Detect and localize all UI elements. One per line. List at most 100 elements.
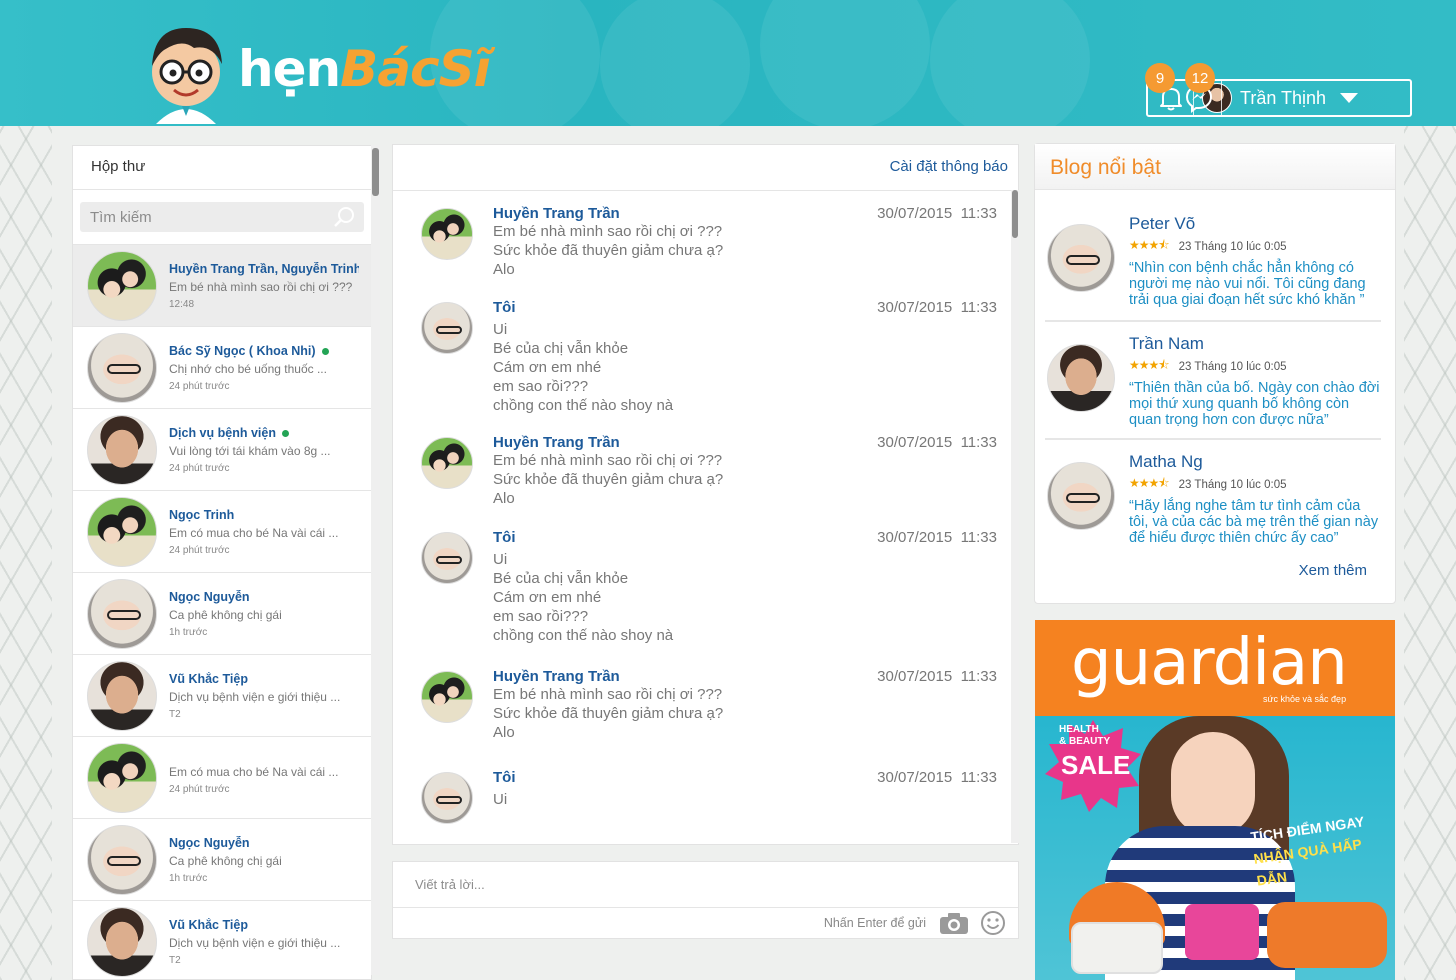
ad-product-pouch — [1071, 922, 1163, 974]
search-box — [80, 202, 364, 232]
conversation-item[interactable]: Vũ Khắc Tiệp Dịch vụ bệnh viện e giới thi… — [73, 655, 371, 737]
avatar — [421, 671, 473, 723]
blog-author[interactable]: Peter Võ — [1129, 214, 1381, 234]
doctor-mascot-logo[interactable] — [142, 20, 230, 126]
notification-settings-link[interactable]: Cài đặt thông báo — [890, 158, 1008, 175]
message-line: Bé của chị vẫn khỏe — [493, 340, 629, 357]
conversation-item[interactable]: Em có mua cho bé Na vài cái ... 24 phút t… — [73, 737, 371, 819]
blog-meta: ★★★⯪ 23 Tháng 10 lúc 0:05 — [1129, 236, 1381, 257]
reply-composer: Nhấn Enter để gửi — [392, 861, 1019, 939]
message-sender: Tôi — [493, 299, 516, 316]
reply-input[interactable] — [393, 862, 1018, 908]
camera-icon[interactable] — [938, 911, 970, 935]
chat-panel: Cài đặt thông báo Huyền Trang Trần Em bé … — [392, 144, 1019, 845]
conversation-time: 12:48 — [169, 298, 195, 310]
message-line: em sao rồi??? — [493, 378, 589, 395]
emoji-icon[interactable] — [980, 910, 1006, 936]
blog-date: 23 Tháng 10 lúc 0:05 — [1178, 478, 1287, 491]
header-background-decoration — [760, 0, 930, 126]
blog-meta: ★★★⯪ 23 Tháng 10 lúc 0:05 — [1129, 474, 1381, 495]
sale-line-1: HEALTH — [1059, 724, 1099, 735]
blog-author[interactable]: Matha Ng — [1129, 452, 1381, 472]
message-line: Alo — [493, 490, 515, 507]
conversation-item[interactable]: Ngọc Trinh Em có mua cho bé Na vài cái ..… — [73, 491, 371, 573]
message-timestamp: 30/07/2015 11:33 — [877, 769, 997, 786]
message-body: Huyền Trang Trần Em bé nhà mình sao rồi c… — [493, 668, 723, 742]
conversation-item[interactable]: Vũ Khắc Tiệp Dịch vụ bệnh viện e giới thi… — [73, 901, 371, 980]
avatar — [87, 660, 157, 731]
scrollbar-thumb[interactable] — [372, 148, 379, 196]
user-name: Trần Thịnh — [1240, 87, 1327, 108]
message-date: 30/07/2015 — [877, 434, 953, 451]
conversation-name: Ngọc Nguyễn — [169, 590, 359, 604]
avatar — [421, 772, 473, 824]
blog-date: 23 Tháng 10 lúc 0:05 — [1178, 360, 1287, 373]
message-date: 30/07/2015 — [877, 529, 953, 546]
conversation-preview: Dịch vụ bệnh viện e giới thiệu ... — [169, 689, 341, 704]
conversation-item[interactable]: Ngọc Nguyễn Ca phê không chị gái 1h trước — [73, 819, 371, 901]
message-sender: Tôi — [493, 769, 516, 786]
avatar — [421, 532, 473, 584]
blog-post[interactable]: Peter Võ ★★★⯪ 23 Tháng 10 lúc 0:05 “Nhìn co… — [1047, 214, 1381, 308]
brand-logo[interactable]: hẹnBácSĩ — [238, 40, 491, 110]
blog-post[interactable]: Trần Nam ★★★⯪ 23 Tháng 10 lúc 0:05 “Thiên t… — [1047, 334, 1381, 428]
avatar — [87, 742, 157, 813]
search-input[interactable] — [90, 208, 332, 226]
message-line: Ui — [493, 791, 508, 808]
avatar — [1047, 224, 1115, 292]
logo-text-hen: hẹn — [238, 40, 341, 98]
message-line: Alo — [493, 724, 515, 741]
scrollbar-thumb[interactable] — [1012, 190, 1018, 238]
conversation-name-text: Huyền Trang Trần, Nguyễn Trinh — [169, 261, 359, 276]
conversation-item[interactable]: Bác Sỹ Ngọc ( Khoa Nhi) Chị nhớ cho bé uố… — [73, 327, 371, 409]
blog-meta: ★★★⯪ 23 Tháng 10 lúc 0:05 — [1129, 356, 1381, 377]
conversation-text: Vũ Khắc Tiệp Dịch vụ bệnh viện e giới thi… — [169, 918, 359, 966]
avatar — [87, 250, 157, 321]
chat-message: Tôi Ui Bé của chị vẫn khỏe Cám ơn em nhé em … — [421, 529, 997, 645]
user-menu[interactable]: Trần Thịnh — [1194, 81, 1410, 115]
message-time: 11:33 — [960, 205, 997, 222]
inbox-scrollbar[interactable] — [371, 145, 380, 975]
message-body: Huyền Trang Trần Em bé nhà mình sao rồi c… — [493, 205, 723, 279]
blog-post-body: Matha Ng ★★★⯪ 23 Tháng 10 lúc 0:05 “Hãy lắn… — [1129, 452, 1381, 546]
conversation-time: T2 — [169, 954, 181, 966]
featured-blog-panel: Blog nổi bật Xem thêm Peter Võ ★★★⯪ 23 Thá… — [1034, 143, 1396, 604]
divider — [1045, 320, 1381, 322]
conversation-name-text: Dịch vụ bệnh viện — [169, 425, 276, 440]
ad-tagline: sức khỏe và sắc đẹp — [1263, 694, 1347, 704]
guardian-ad-banner[interactable]: guardian sức khỏe và sắc đẹp HEALTH & BE… — [1035, 620, 1395, 980]
see-more-link[interactable]: Xem thêm — [1299, 562, 1367, 579]
conversation-item[interactable]: Ngọc Nguyễn Ca phê không chị gái 1h trước — [73, 573, 371, 655]
conversation-item[interactable]: Huyền Trang Trần, Nguyễn Trinh Em bé nhà … — [73, 245, 371, 327]
conversation-name: Ngọc Trinh — [169, 508, 359, 522]
message-date: 30/07/2015 — [877, 299, 953, 316]
message-line: Sức khỏe đã thuyên giảm chưa ạ? — [493, 471, 724, 488]
divider — [1045, 438, 1381, 440]
chat-scrollbar[interactable] — [1011, 190, 1019, 843]
search-icon[interactable] — [332, 205, 356, 229]
conversation-name: Vũ Khắc Tiệp — [169, 672, 359, 686]
message-date: 30/07/2015 — [877, 769, 953, 786]
chevron-down-icon — [1340, 93, 1359, 103]
conversation-text: Ngọc Trinh Em có mua cho bé Na vài cái ..… — [169, 508, 359, 556]
avatar — [87, 496, 157, 567]
message-body: Huyền Trang Trần Em bé nhà mình sao rồi c… — [493, 434, 723, 508]
conversation-time: 24 phút trước — [169, 783, 230, 795]
message-sender: Huyền Trang Trần — [493, 205, 620, 222]
conversation-name-text: Ngọc Nguyễn — [169, 589, 250, 604]
conversation-preview: Dịch vụ bệnh viện e giới thiệu ... — [169, 935, 341, 950]
ad-brand: guardian — [1071, 626, 1348, 700]
message-time: 11:33 — [960, 668, 997, 685]
message-line: Cám ơn em nhé — [493, 589, 602, 606]
message-date: 30/07/2015 — [877, 205, 953, 222]
conversation-preview: Chị nhớ cho bé uống thuốc ... — [169, 361, 327, 376]
message-time: 11:33 — [960, 299, 997, 316]
blog-author[interactable]: Trần Nam — [1129, 334, 1381, 354]
chat-message: Huyền Trang Trần Em bé nhà mình sao rồi c… — [421, 205, 997, 279]
online-status-dot — [321, 347, 329, 355]
blog-post[interactable]: Matha Ng ★★★⯪ 23 Tháng 10 lúc 0:05 “Hãy lắn… — [1047, 452, 1381, 546]
blog-quote: “Thiên thần của bố. Ngày con chào đời mọ… — [1129, 380, 1380, 428]
message-timestamp: 30/07/2015 11:33 — [877, 434, 997, 451]
conversation-item[interactable]: Dịch vụ bệnh viện Vui lòng tới tái khám v… — [73, 409, 371, 491]
message-sender: Huyền Trang Trần — [493, 434, 620, 451]
